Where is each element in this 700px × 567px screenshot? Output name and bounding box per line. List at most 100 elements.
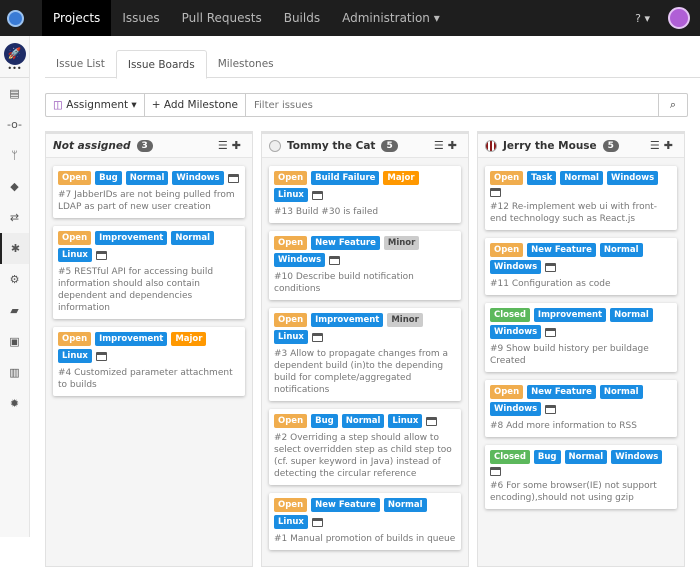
issue-title[interactable]: #7 JabberIDs are not being pulled from L… xyxy=(58,189,240,213)
issue-title[interactable]: #5 RESTful API for accessing build infor… xyxy=(58,266,240,314)
issue-label[interactable]: New Feature xyxy=(527,243,596,257)
issue-card[interactable]: Open Bug Normal Windows #7 JabberIDs are not… xyxy=(53,166,245,218)
issue-title[interactable]: #13 Build #30 is failed xyxy=(274,206,456,218)
issue-label[interactable]: Windows xyxy=(490,325,542,339)
issue-label[interactable]: Open xyxy=(490,171,524,185)
issue-card[interactable]: Open Task Normal Windows #12 Re-implement we… xyxy=(485,166,677,230)
issue-label[interactable]: Normal xyxy=(599,243,643,257)
issue-label[interactable]: Open xyxy=(490,385,524,399)
issue-label[interactable]: Bug xyxy=(533,450,561,464)
issue-title[interactable]: #9 Show build history per buildage Creat… xyxy=(490,343,672,367)
issue-label[interactable]: Closed xyxy=(490,450,530,464)
code-review-icon[interactable]: ▣ xyxy=(0,326,29,357)
issue-label[interactable]: Improvement xyxy=(95,332,168,346)
issue-title[interactable]: #12 Re-implement web ui with front-end t… xyxy=(490,201,672,225)
issue-card[interactable]: Open Improvement Normal Linux #5 RESTful API… xyxy=(53,226,245,319)
nav-issues[interactable]: Issues xyxy=(111,0,170,36)
issue-label[interactable]: Normal xyxy=(560,171,603,185)
files-icon[interactable]: ▤ xyxy=(0,78,29,109)
issue-card[interactable]: Closed Improvement Normal Windows #9 Show bu… xyxy=(485,303,677,372)
issue-card[interactable]: Open Improvement Minor Linux #3 Allow to pro… xyxy=(269,308,461,401)
nav-builds[interactable]: Builds xyxy=(273,0,331,36)
nav-projects[interactable]: Projects xyxy=(42,0,112,36)
issue-card[interactable]: Open Improvement Major Linux #4 Customized p… xyxy=(53,327,245,396)
issue-label[interactable]: Task xyxy=(527,171,557,185)
issue-title[interactable]: #4 Customized parameter attachment to bu… xyxy=(58,367,240,391)
issue-label[interactable]: Open xyxy=(274,236,308,250)
add-milestone-button[interactable]: + Add Milestone xyxy=(145,94,246,116)
commits-icon[interactable]: -o- xyxy=(0,109,29,140)
tab-issue-list[interactable]: Issue List xyxy=(45,50,116,77)
issue-label[interactable]: Bug xyxy=(95,171,122,185)
assignment-dropdown[interactable]: ◫ Assignment ▾ xyxy=(46,94,145,116)
add-icon[interactable]: ✚ xyxy=(664,139,677,152)
nav-administration[interactable]: Administration ▾ xyxy=(331,0,451,36)
tags-icon[interactable]: ◆ xyxy=(0,171,29,202)
app-logo[interactable] xyxy=(0,0,30,36)
issues-bug-icon[interactable]: ✱ xyxy=(0,233,29,264)
issue-title[interactable]: #8 Add more information to RSS xyxy=(490,420,672,432)
issue-title[interactable]: #11 Configuration as code xyxy=(490,278,672,290)
issue-title[interactable]: #10 Describe build notification conditio… xyxy=(274,271,456,295)
issue-label[interactable]: Open xyxy=(274,313,308,327)
issue-label[interactable]: New Feature xyxy=(311,498,380,512)
issue-label[interactable]: Normal xyxy=(599,385,643,399)
issue-card[interactable]: Open New Feature Minor Windows #10 Describe … xyxy=(269,231,461,300)
list-icon[interactable]: ☰ xyxy=(650,139,664,152)
issue-label[interactable]: Improvement xyxy=(533,308,607,322)
user-avatar[interactable] xyxy=(668,7,690,29)
issue-label[interactable]: New Feature xyxy=(311,236,380,250)
issue-label[interactable]: Linux xyxy=(274,188,308,202)
comments-icon[interactable]: ▰ xyxy=(0,295,29,326)
issue-label[interactable]: Open xyxy=(58,231,92,245)
issue-label[interactable]: Open xyxy=(58,332,92,346)
issue-card[interactable]: Open New Feature Normal Windows #8 Add more … xyxy=(485,380,677,437)
issue-label[interactable]: Linux xyxy=(58,248,92,262)
issue-label[interactable]: Normal xyxy=(383,498,427,512)
issue-card[interactable]: Closed Bug Normal Windows #6 For some browse… xyxy=(485,445,677,509)
issue-label[interactable]: Linux xyxy=(58,349,92,363)
issue-title[interactable]: #2 Overriding a step should allow to sel… xyxy=(274,432,456,480)
issue-label[interactable]: Windows xyxy=(274,253,326,267)
more-icon[interactable]: ••• xyxy=(0,65,29,78)
issue-label[interactable]: Build Failure xyxy=(311,171,380,185)
issue-title[interactable]: #3 Allow to propagate changes from a dep… xyxy=(274,348,456,396)
issue-label[interactable]: Open xyxy=(490,243,524,257)
issue-label[interactable]: Open xyxy=(58,171,92,185)
issue-label[interactable]: Normal xyxy=(564,450,608,464)
nav-pull-requests[interactable]: Pull Requests xyxy=(171,0,273,36)
issue-label[interactable]: Major xyxy=(171,332,207,346)
issue-label[interactable]: Minor xyxy=(387,313,423,327)
issue-card[interactable]: Open New Feature Normal Windows #11 Configur… xyxy=(485,238,677,295)
list-icon[interactable]: ☰ xyxy=(218,139,232,152)
add-icon[interactable]: ✚ xyxy=(448,139,461,152)
issue-label[interactable]: Open xyxy=(274,414,308,428)
issue-card[interactable]: Open Build Failure Major Linux #13 Build #30… xyxy=(269,166,461,223)
tab-issue-boards[interactable]: Issue Boards xyxy=(115,50,207,79)
issue-card[interactable]: Open New Feature Normal Linux #1 Manual prom… xyxy=(269,493,461,550)
issue-label[interactable]: Improvement xyxy=(95,231,168,245)
issue-label[interactable]: Windows xyxy=(490,402,542,416)
issue-label[interactable]: Linux xyxy=(274,330,308,344)
filter-issues-input[interactable] xyxy=(246,94,659,116)
issue-label[interactable]: Minor xyxy=(383,236,420,250)
issue-label[interactable]: Windows xyxy=(611,450,663,464)
issue-label[interactable]: Normal xyxy=(341,414,385,428)
issue-title[interactable]: #6 For some browser(IE) not support enco… xyxy=(490,480,672,504)
issue-label[interactable]: Open xyxy=(274,171,308,185)
issue-label[interactable]: Windows xyxy=(172,171,224,185)
builds-icon[interactable]: ⚙ xyxy=(0,264,29,295)
list-icon[interactable]: ☰ xyxy=(434,139,448,152)
issue-label[interactable]: Normal xyxy=(171,231,214,245)
issue-label[interactable]: Bug xyxy=(311,414,338,428)
issue-label[interactable]: Normal xyxy=(125,171,169,185)
issue-label[interactable]: Linux xyxy=(388,414,423,428)
issue-label[interactable]: Normal xyxy=(610,308,653,322)
issue-label[interactable]: Closed xyxy=(490,308,530,322)
issue-label[interactable]: Windows xyxy=(490,260,542,274)
issue-label[interactable]: Open xyxy=(274,498,308,512)
branches-icon[interactable]: ᛘ xyxy=(0,140,29,171)
issue-label[interactable]: Major xyxy=(383,171,419,185)
add-icon[interactable]: ✚ xyxy=(232,139,245,152)
issue-card[interactable]: Open Bug Normal Linux #2 Overriding a step s… xyxy=(269,409,461,485)
